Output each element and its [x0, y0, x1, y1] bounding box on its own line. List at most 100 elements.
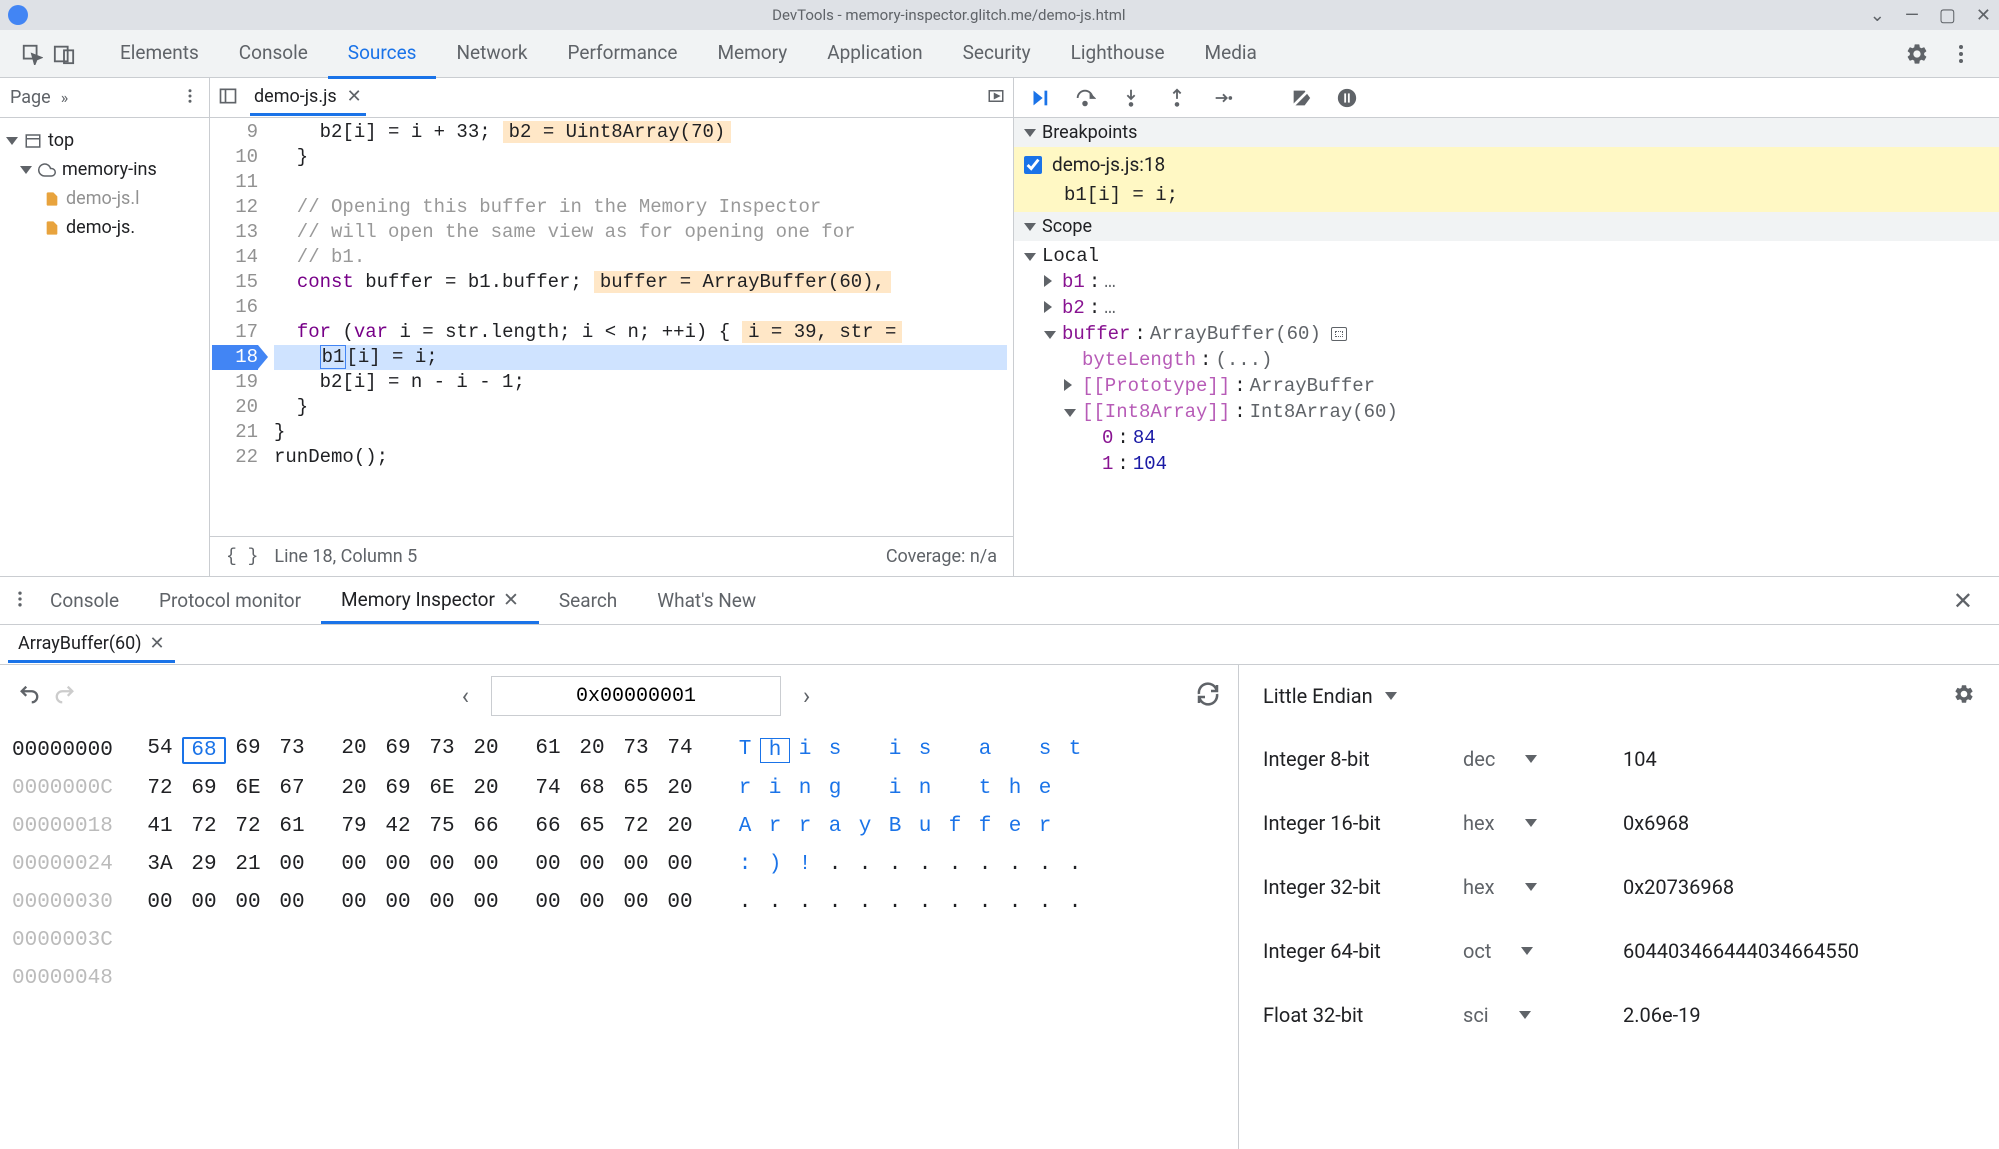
value-row: Integer 32-bithex 0x20736968 — [1263, 855, 1975, 919]
hex-pane: ‹ › 00000000546869732069732061207374This… — [0, 665, 1239, 1149]
tab-performance[interactable]: Performance — [548, 29, 698, 79]
drawer-close-icon[interactable]: ✕ — [1937, 587, 1989, 615]
refresh-icon[interactable] — [1196, 682, 1220, 710]
value-label: Integer 64-bit — [1263, 939, 1443, 963]
value-format-select[interactable]: sci — [1463, 1003, 1603, 1027]
chevron-down-icon — [1024, 129, 1036, 137]
scope-int8array[interactable]: [[Int8Array]]: Int8Array(60) — [1024, 399, 1999, 425]
tab-console[interactable]: Console — [219, 29, 328, 79]
drawer-tab-memory-inspector[interactable]: Memory Inspector✕ — [321, 578, 539, 624]
step-over-icon[interactable] — [1074, 87, 1096, 109]
chevron-down-icon — [1385, 692, 1397, 700]
window-minimize-icon[interactable]: — — [1905, 5, 1919, 26]
value-output: 104 — [1623, 747, 1975, 771]
tab-media[interactable]: Media — [1185, 29, 1277, 79]
drawer-tab-what-s-new[interactable]: What's New — [637, 578, 776, 624]
chevron-down-icon — [20, 166, 32, 174]
step-icon[interactable] — [1212, 87, 1234, 109]
tab-network[interactable]: Network — [436, 29, 547, 79]
resume-icon[interactable] — [1028, 87, 1050, 109]
tab-application[interactable]: Application — [807, 29, 942, 79]
prev-page-icon[interactable]: ‹ — [454, 682, 477, 710]
scope-local[interactable]: Local — [1024, 243, 1999, 269]
file-icon — [44, 190, 60, 208]
scope-prototype[interactable]: [[Prototype]]: ArrayBuffer — [1024, 373, 1999, 399]
value-format-select[interactable]: dec — [1463, 747, 1603, 771]
settings-gear-icon[interactable] — [1903, 40, 1931, 68]
editor-status-bar: { } Line 18, Column 5 Coverage: n/a — [210, 536, 1013, 576]
value-row: Integer 16-bithex 0x6968 — [1263, 791, 1975, 855]
value-label: Integer 16-bit — [1263, 811, 1443, 835]
value-row: Integer 64-bitoct 604403466444034664550 — [1263, 919, 1975, 983]
scope-buffer[interactable]: buffer: ArrayBuffer(60) — [1024, 321, 1999, 347]
drawer-tab-search[interactable]: Search — [539, 578, 637, 624]
value-label: Integer 32-bit — [1263, 875, 1443, 899]
scope-header[interactable]: Scope — [1014, 212, 1999, 241]
scope-bytelength[interactable]: byteLength: (...) — [1024, 347, 1999, 373]
step-into-icon[interactable] — [1120, 87, 1142, 109]
breakpoint-item[interactable]: demo-js.js:18 — [1014, 147, 1999, 182]
nav-more-vert-icon[interactable] — [181, 87, 199, 109]
drawer-tab-console[interactable]: Console — [30, 578, 139, 624]
navigator-pane: Page » top memory-ins demo-js.l — [0, 78, 210, 576]
nav-file-1[interactable]: demo-js.l — [4, 184, 205, 213]
memory-buffer-tab[interactable]: ArrayBuffer(60) ✕ — [8, 627, 175, 663]
endian-select[interactable]: Little Endian — [1263, 684, 1397, 708]
close-tab-icon[interactable]: ✕ — [503, 588, 519, 611]
window-chevron-icon[interactable]: ⌄ — [1870, 5, 1885, 26]
drawer-more-vert-icon[interactable] — [10, 589, 30, 613]
value-settings-gear-icon[interactable] — [1953, 683, 1975, 710]
window-maximize-icon[interactable]: ▢ — [1939, 5, 1956, 26]
tab-memory[interactable]: Memory — [697, 29, 807, 79]
device-toolbar-icon[interactable] — [50, 40, 78, 68]
more-vert-icon[interactable] — [1947, 40, 1975, 68]
nav-top[interactable]: top — [4, 126, 205, 155]
breakpoint-checkbox[interactable] — [1024, 156, 1042, 174]
nav-more-chevron-icon[interactable]: » — [61, 88, 69, 107]
nav-file-2[interactable]: demo-js. — [4, 213, 205, 242]
value-label: Float 32-bit — [1263, 1003, 1443, 1027]
scope-idx1[interactable]: 1: 104 — [1024, 451, 1999, 477]
value-format-select[interactable]: hex — [1463, 811, 1603, 835]
breakpoints-header[interactable]: Breakpoints — [1014, 118, 1999, 147]
coverage-status: Coverage: n/a — [886, 546, 997, 567]
page-tab[interactable]: Page — [10, 87, 51, 108]
pause-on-exceptions-icon[interactable] — [1336, 87, 1358, 109]
memory-chip-icon[interactable] — [1331, 327, 1347, 341]
nav-domain[interactable]: memory-ins — [4, 155, 205, 184]
breakpoint-code: b1[i] = i; — [1014, 182, 1999, 212]
inspect-element-icon[interactable] — [18, 40, 46, 68]
run-snippet-icon[interactable] — [987, 87, 1005, 109]
close-tab-icon[interactable]: ✕ — [347, 86, 362, 107]
file-tab[interactable]: demo-js.js ✕ — [250, 80, 366, 116]
scope-b1[interactable]: b1: … — [1024, 269, 1999, 295]
deactivate-breakpoints-icon[interactable] — [1290, 87, 1312, 109]
chevron-down-icon — [6, 137, 18, 145]
undo-icon[interactable] — [18, 683, 40, 709]
step-out-icon[interactable] — [1166, 87, 1188, 109]
tab-lighthouse[interactable]: Lighthouse — [1051, 29, 1185, 79]
tab-elements[interactable]: Elements — [100, 29, 219, 79]
toggle-navigator-icon[interactable] — [218, 86, 238, 110]
value-label: Integer 8-bit — [1263, 747, 1443, 771]
value-row: Float 32-bitsci 2.06e-19 — [1263, 983, 1975, 1047]
scope-idx0[interactable]: 0: 84 — [1024, 425, 1999, 451]
tab-security[interactable]: Security — [943, 29, 1051, 79]
tab-sources[interactable]: Sources — [328, 29, 437, 79]
debug-toolbar — [1014, 78, 1999, 118]
cursor-position: Line 18, Column 5 — [274, 546, 417, 567]
value-format-select[interactable]: oct — [1463, 939, 1603, 963]
drawer-tab-protocol-monitor[interactable]: Protocol monitor — [139, 578, 321, 624]
close-tab-icon[interactable]: ✕ — [150, 633, 165, 654]
format-icon[interactable]: { } — [226, 547, 258, 567]
hex-grid[interactable]: 00000000546869732069732061207374This is … — [0, 727, 1238, 1001]
window-close-icon[interactable]: ✕ — [1976, 5, 1991, 26]
value-pane: Little Endian Integer 8-bit dec 104 Intege… — [1239, 665, 1999, 1149]
value-format-select[interactable]: hex — [1463, 875, 1603, 899]
redo-icon[interactable] — [54, 683, 76, 709]
editor-pane: demo-js.js ✕ 910111213141516171819202122… — [210, 78, 1014, 576]
code-editor[interactable]: 910111213141516171819202122 b2[i] = i + … — [210, 118, 1013, 536]
scope-b2[interactable]: b2: … — [1024, 295, 1999, 321]
address-input[interactable] — [491, 676, 781, 716]
next-page-icon[interactable]: › — [795, 682, 818, 710]
